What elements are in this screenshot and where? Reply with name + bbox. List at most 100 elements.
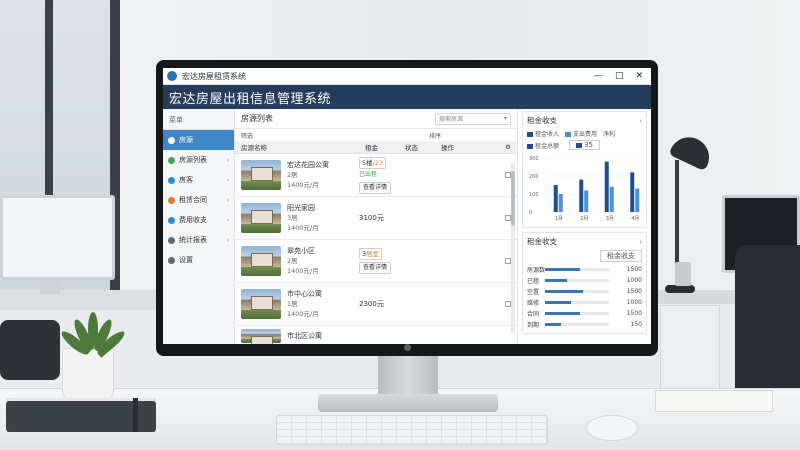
chevron-right-icon: › (226, 236, 229, 244)
list-toolbar: 房源列表 搜索房源 ▾ (235, 109, 517, 129)
legend-label: 支出费用 (573, 131, 598, 138)
legend-label: 租金收入 (535, 131, 560, 138)
price-cell: 3居室 查看详情 (359, 248, 415, 274)
house-info: 市中心公寓 1居 1400元/月 (287, 289, 359, 319)
summary-card: 租金收支 › 租金收支 房源数 1500 已租 1000 空置 1500 维修 1000 合同 1… (522, 232, 647, 334)
column-header-rent[interactable]: 租金 (365, 142, 405, 152)
table-row[interactable]: 市中心公寓 1居 1400元/月 2300元 (235, 283, 517, 326)
x-tick-label: 2月 (580, 216, 588, 222)
summary-bar-track (545, 268, 609, 271)
sidebar-item-label: 房源 (179, 136, 193, 144)
house-name: 翠苑小区 (287, 247, 315, 255)
details-button[interactable]: 查看详情 (359, 181, 392, 194)
summary-label: 维修 (527, 300, 540, 307)
card-title: 租金收支 (527, 116, 557, 125)
monitor-stand-neck (378, 356, 438, 398)
y-tick-label: 200 (529, 174, 539, 180)
summary-label: 空置 (527, 289, 540, 296)
house-rent: 1400元/月 (287, 310, 319, 318)
gear-icon[interactable]: ⚙ (505, 143, 511, 151)
x-tick-label: 4月 (631, 216, 639, 222)
summary-row: 房源数 1500 (527, 264, 642, 275)
sidebar-item-house-list[interactable]: 房源列表 › (163, 150, 234, 170)
stats-panel: 租金收支 › 租金收入 支出费用 净利 租金总额 35 300 200 100 0 1月… (517, 109, 651, 344)
legend-item: 支出费用 (565, 129, 597, 138)
money-icon (168, 216, 175, 224)
page-title: 房源列表 (241, 114, 273, 123)
summary-bar-fill (545, 268, 581, 271)
sidebar-item-settings[interactable]: 设置 (163, 250, 234, 270)
sidebar-header: 菜单 (163, 113, 234, 130)
sidebar-item-label: 房客 (179, 176, 193, 184)
sidebar-item-label: 设置 (179, 256, 193, 264)
summary-bar-track (545, 312, 609, 315)
table-row[interactable]: 翠苑小区 2居 1400元/月 3居室 查看详情 (235, 240, 517, 283)
table-row[interactable]: 阳光家园 3居 1400元/月 3100元 (235, 197, 517, 240)
house-rent: 1400元/月 (287, 224, 319, 232)
house-rooms: 2居 (287, 171, 298, 179)
legend-swatch (527, 143, 533, 149)
card-header: 租金收支 › (527, 236, 642, 247)
total-label: 租金总额 (535, 142, 560, 150)
sidebar-item-finance[interactable]: 费用收支 › (163, 210, 234, 230)
summary-value: 1000 (626, 277, 642, 284)
chevron-right-icon[interactable]: › (639, 117, 642, 125)
house-info: 市北区公寓 (287, 331, 359, 341)
maximize-button[interactable]: □ (615, 71, 624, 81)
close-button[interactable]: ✕ (635, 71, 643, 81)
summary-bar-fill (545, 290, 584, 293)
house-thumbnail (241, 203, 281, 233)
app-title: 宏达房屋出租信息管理系统 (169, 91, 332, 107)
list-icon (168, 156, 175, 164)
minimize-button[interactable]: — (594, 71, 603, 81)
house-thumbnail (241, 246, 281, 276)
summary-row: 到期 150 (527, 319, 642, 330)
sidebar-item-contracts[interactable]: 租赁合同 › (163, 190, 234, 210)
summary-bar-fill (545, 312, 581, 315)
plant-pot (62, 348, 114, 400)
list-scrollbar[interactable] (511, 163, 515, 333)
legend-item: 租金总额 (527, 141, 559, 150)
y-tick-label: 100 (529, 192, 539, 198)
price-value: 3100元 (359, 214, 384, 222)
details-button[interactable]: 查看详情 (359, 262, 392, 274)
house-info: 宏达花园公寓 2居 1400元/月 (287, 160, 359, 190)
gear-icon (168, 256, 175, 264)
table-row[interactable]: 宏达花园公寓 2居 1400元/月 5楼/23 已出租 查看详情 (235, 154, 517, 197)
summary-label: 合同 (527, 311, 540, 318)
filter-label[interactable]: 筛选 (241, 131, 253, 140)
house-rent: 1400元/月 (287, 181, 319, 189)
legend-swatch (576, 142, 583, 148)
search-input[interactable]: 搜索房源 ▾ (435, 112, 511, 125)
sort-label[interactable]: 排序 (429, 131, 441, 140)
sidebar-item-reports[interactable]: 统计报表 › (163, 230, 234, 250)
x-tick-label: 3月 (606, 216, 614, 222)
bar-chart: 300 200 100 0 1月 2月 3月 4月 (527, 152, 649, 224)
summary-value: 1500 (626, 310, 642, 317)
summary-row: 空置 1500 (527, 286, 642, 297)
column-header-action[interactable]: 操作 (441, 142, 481, 152)
total-value: 35 (569, 140, 600, 150)
house-thumbnail (241, 329, 281, 344)
background-monitor-stand (40, 280, 60, 294)
sidebar-item-label: 统计报表 (179, 236, 207, 244)
sidebar-item-tenants[interactable]: 房客 › (163, 170, 234, 190)
column-header-status[interactable]: 状态 (405, 142, 441, 152)
house-info: 翠苑小区 2居 1400元/月 (287, 246, 359, 276)
summary-bar-fill (545, 323, 561, 326)
table-row[interactable]: 市北区公寓 (235, 326, 517, 344)
monitor-stand-base (318, 394, 498, 412)
bar-租金收入-2月 (579, 179, 584, 212)
user-icon (168, 176, 175, 184)
price-tag: 5楼/23 (359, 156, 387, 169)
sidebar-item-house[interactable]: 房源 (163, 130, 234, 150)
window-title: 宏达房屋租赁系统 (182, 71, 246, 81)
column-header-name[interactable]: 房源名称 (241, 142, 365, 152)
income-chart-card: 租金收支 › 租金收入 支出费用 净利 租金总额 35 300 200 100 0 1月… (522, 111, 649, 228)
price-highlight: 居室 (366, 250, 380, 258)
x-tick-label: 1月 (555, 216, 563, 222)
bar-支出费用-1月 (558, 194, 563, 212)
summary-tag[interactable]: 租金收支 (600, 250, 642, 262)
chevron-right-icon[interactable]: › (639, 238, 642, 246)
summary-tag-row: 租金收支 (527, 250, 642, 262)
